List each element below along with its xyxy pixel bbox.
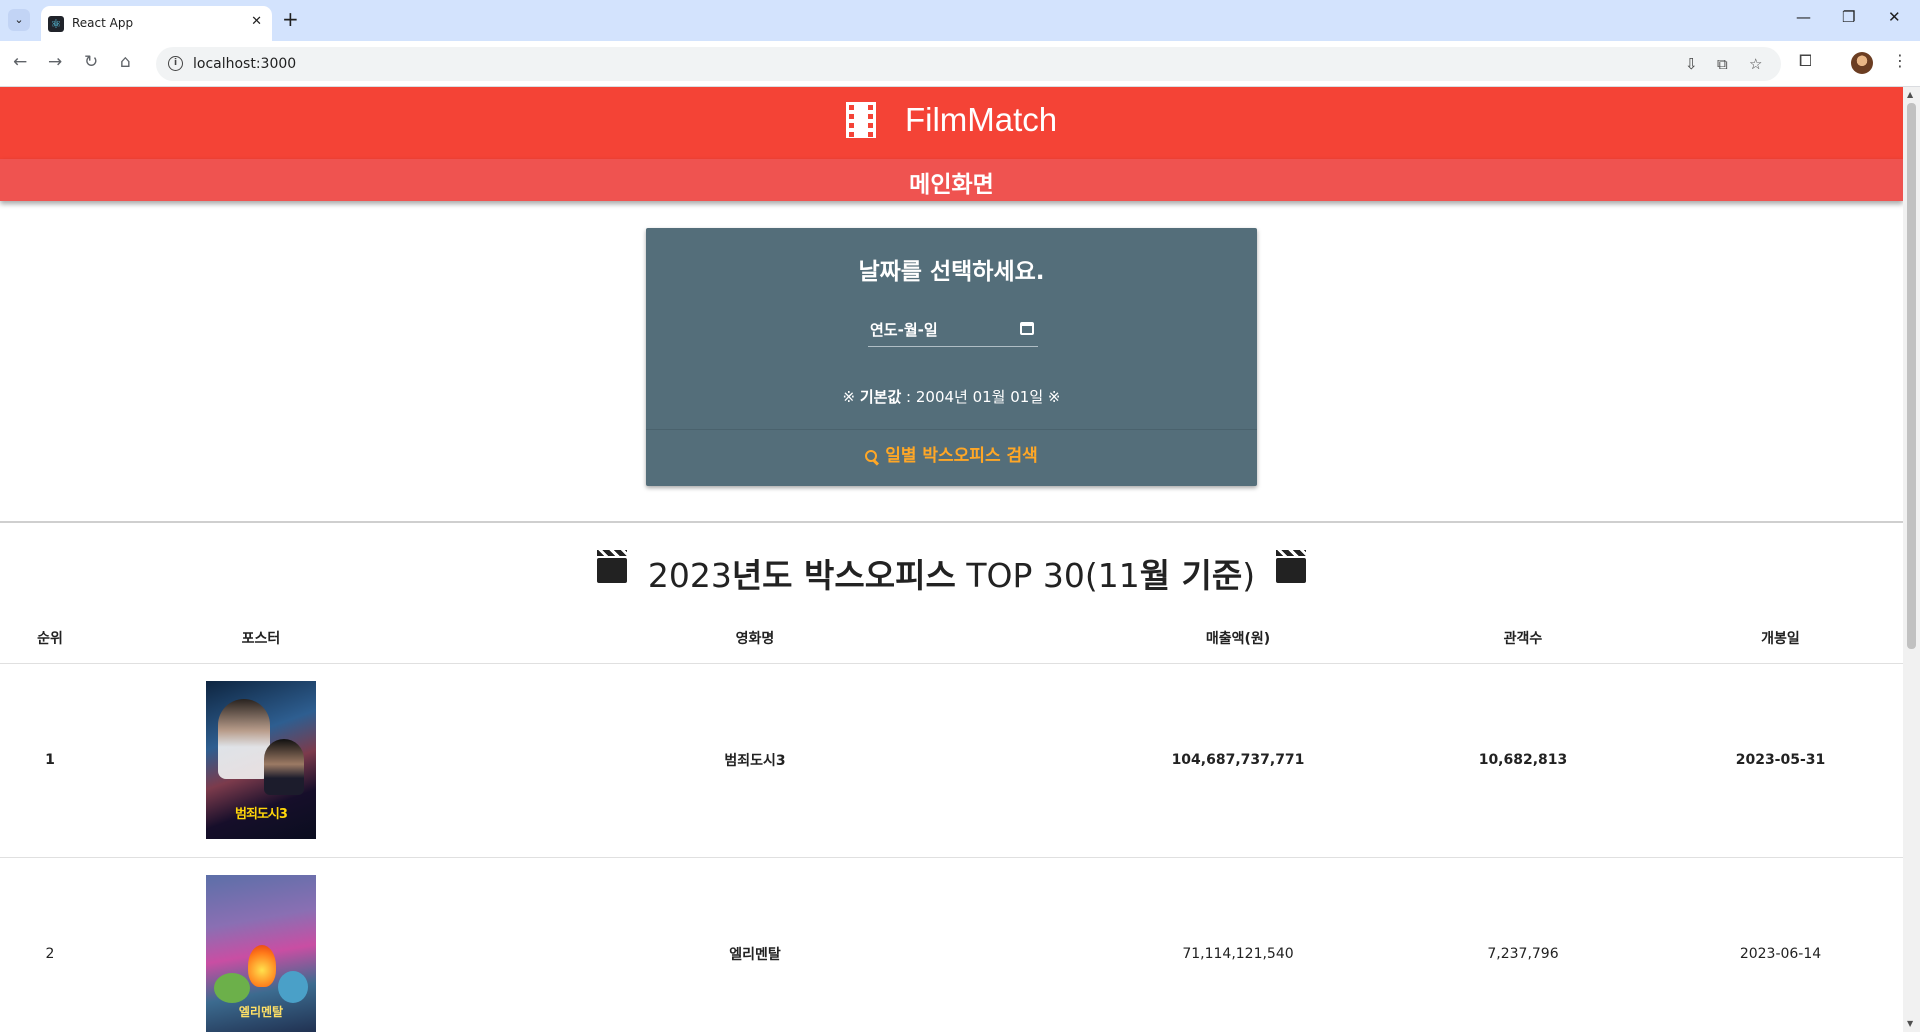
cell-revenue: 71,114,121,540 (1088, 857, 1388, 1032)
cell-poster: 범죄도시3 (100, 663, 422, 858)
translate-icon[interactable]: ⧉ (1717, 55, 1728, 73)
poster-title: 엘리멘탈 (238, 1005, 284, 1019)
date-card-heading: 날짜를 선택하세요. (858, 259, 1045, 285)
menu-kebab-icon[interactable]: ⋮ (1892, 51, 1908, 70)
restore-icon[interactable]: ❐ (1842, 8, 1855, 26)
title-suffix: ) (1242, 556, 1256, 595)
page-scrollbar[interactable]: ▲ ▼ (1903, 87, 1920, 1032)
page-subheader: 메인화면 (0, 159, 1903, 201)
reload-icon[interactable]: ↻ (84, 52, 98, 72)
cell-release: 2023-05-31 (1658, 663, 1903, 858)
bookmark-star-icon[interactable]: ☆ (1749, 55, 1762, 73)
poster-title: 범죄도시3 (235, 807, 288, 822)
table-header-row: 순위 포스터 영화명 매출액(원) 관객수 개봉일 (0, 613, 1903, 664)
col-rank[interactable]: 순위 (0, 613, 100, 664)
section-divider (0, 521, 1903, 523)
calendar-icon[interactable] (1020, 322, 1034, 335)
brand[interactable]: FilmMatch (0, 101, 1903, 139)
title-bold-1: 년도 박스오피스 (731, 556, 956, 595)
default-date-note: ※ 기본값 : 2004년 01월 01일 ※ (646, 386, 1257, 407)
note-mark-right: ※ (1047, 388, 1061, 406)
window-close-icon[interactable]: ✕ (1888, 8, 1901, 26)
cell-audience: 10,682,813 (1388, 663, 1658, 858)
cell-title: 범죄도시3 (422, 663, 1088, 858)
col-revenue[interactable]: 매출액(원) (1088, 613, 1388, 664)
url-text[interactable]: localhost:3000 (193, 56, 296, 72)
cell-revenue: 104,687,737,771 (1088, 663, 1388, 858)
new-tab-icon[interactable]: + (282, 8, 299, 30)
cell-title: 엘리멘탈 (422, 857, 1088, 1032)
search-icon (865, 450, 878, 462)
profile-avatar[interactable] (1851, 52, 1873, 74)
scroll-up-icon[interactable]: ▲ (1907, 90, 1913, 99)
cell-audience: 7,237,796 (1388, 857, 1658, 1032)
daily-boxoffice-search-button[interactable]: 일별 박스오피스 검색 (646, 430, 1257, 486)
boxoffice-table: 순위 포스터 영화명 매출액(원) 관객수 개봉일 1 범죄도시3 범죄도시3 … (0, 613, 1903, 1032)
browser-tab-strip: ⌄ ⚛ React App ✕ + — ❐ ✕ (0, 0, 1920, 41)
cell-rank: 1 (0, 663, 100, 858)
film-strip-icon (845, 102, 876, 138)
clapperboard-icon (1275, 550, 1306, 583)
tab-search-icon[interactable]: ⌄ (8, 9, 30, 31)
address-bar[interactable]: i localhost:3000 ⇩ ⧉ ☆ (156, 47, 1781, 81)
movie-poster-image[interactable]: 범죄도시3 (206, 681, 316, 839)
col-title[interactable]: 영화명 (422, 613, 1088, 664)
col-audience[interactable]: 관객수 (1388, 613, 1658, 664)
title-year: 2023 (647, 556, 732, 595)
install-app-icon[interactable]: ⇩ (1685, 55, 1698, 73)
browser-toolbar: ← → ↻ ⌂ i localhost:3000 ⇩ ⧉ ☆ ⧠ ⋮ (0, 41, 1920, 87)
app-header: FilmMatch (0, 87, 1903, 159)
home-icon[interactable]: ⌂ (120, 52, 131, 72)
page-title: 메인화면 (909, 172, 994, 198)
cell-poster: 엘리멘탈 (100, 857, 422, 1032)
site-info-icon[interactable]: i (168, 56, 183, 71)
table-row[interactable]: 2 엘리멘탈 엘리멘탈 71,114,121,540 7,237,796 202… (0, 857, 1903, 1032)
cell-rank: 2 (0, 857, 100, 1032)
default-value: : 2004년 01월 01일 (901, 388, 1048, 406)
tab-title: React App (72, 16, 134, 30)
browser-tab[interactable]: ⚛ React App ✕ (41, 6, 272, 41)
default-label: 기본값 (859, 388, 902, 406)
minimize-icon[interactable]: — (1796, 8, 1811, 26)
tab-close-icon[interactable]: ✕ (251, 14, 262, 29)
col-poster[interactable]: 포스터 (100, 613, 422, 664)
search-button-label: 일별 박스오피스 검색 (885, 446, 1038, 466)
boxoffice-section-title: 2023년도 박스오피스 TOP 30(11월 기준) (0, 549, 1903, 597)
date-input-placeholder: 연도-월-일 (870, 321, 938, 339)
scrollbar-thumb[interactable] (1907, 103, 1916, 649)
movie-poster-image[interactable]: 엘리멘탈 (206, 875, 316, 1032)
page-viewport: FilmMatch 메인화면 날짜를 선택하세요. 연도-월-일 ※ 기본값 :… (0, 87, 1903, 1032)
extensions-icon[interactable]: ⧠ (1799, 51, 1812, 71)
brand-title: FilmMatch (904, 101, 1058, 138)
table-row[interactable]: 1 범죄도시3 범죄도시3 104,687,737,771 10,682,813… (0, 663, 1903, 858)
cell-release: 2023-06-14 (1658, 857, 1903, 1032)
react-favicon-icon: ⚛ (48, 16, 64, 32)
note-mark-left: ※ (842, 388, 856, 406)
scroll-down-icon[interactable]: ▼ (1907, 1019, 1913, 1028)
date-input[interactable]: 연도-월-일 (868, 316, 1038, 347)
col-release[interactable]: 개봉일 (1658, 613, 1903, 664)
title-mid: TOP 30(11 (955, 556, 1140, 595)
title-bold-2: 월 기준 (1139, 556, 1243, 595)
forward-icon[interactable]: → (48, 52, 62, 72)
back-icon[interactable]: ← (13, 52, 27, 72)
clapperboard-icon (597, 550, 628, 583)
date-select-card: 날짜를 선택하세요. 연도-월-일 ※ 기본값 : 2004년 01월 01일 … (646, 228, 1257, 486)
